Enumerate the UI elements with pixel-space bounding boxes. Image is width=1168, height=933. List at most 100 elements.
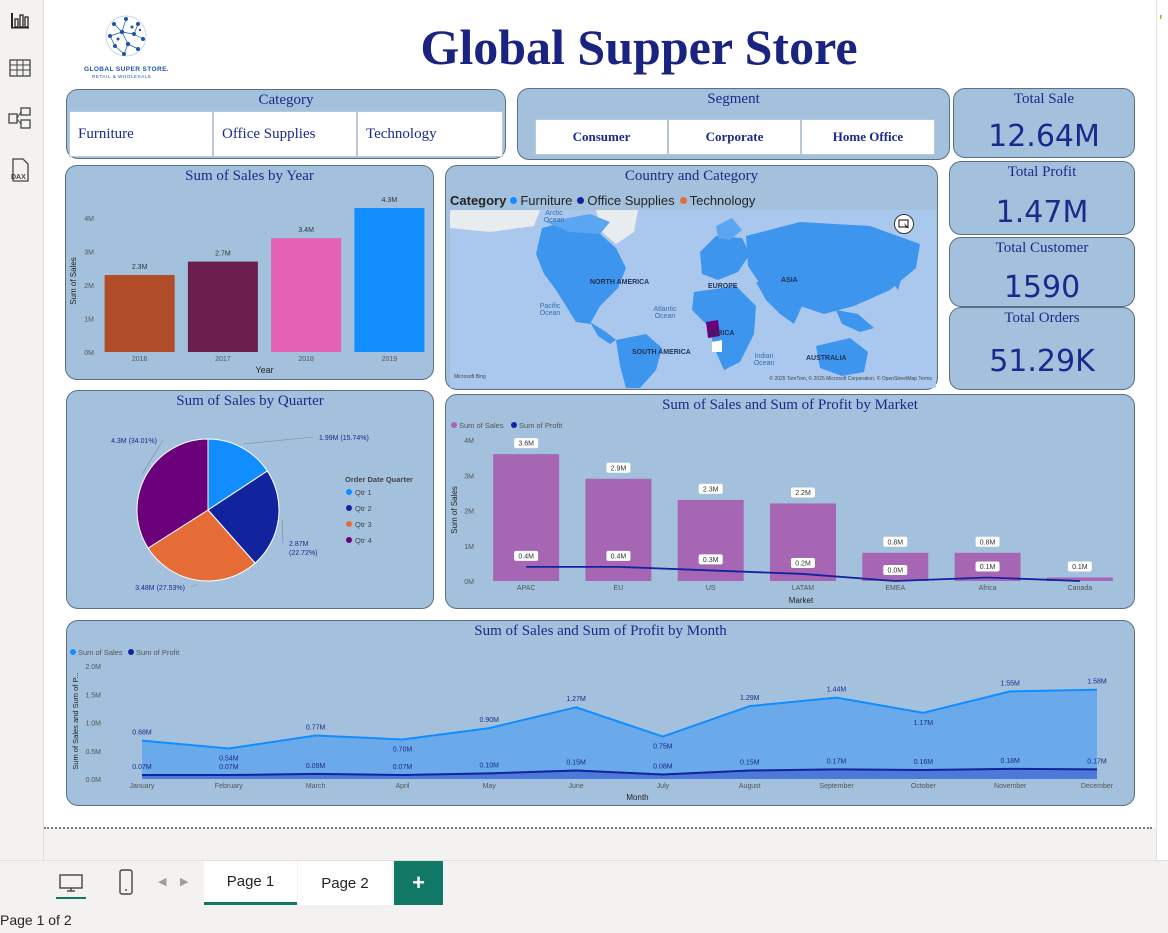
table-view-icon[interactable] bbox=[6, 54, 34, 82]
sales-profit-by-market-visual[interactable]: Sum of Sales and Sum of Profit by Market… bbox=[445, 394, 1135, 609]
y-tick-label: 0.0M bbox=[85, 777, 101, 784]
sales-data-label: 1.29M bbox=[740, 695, 760, 702]
legend-label: Sum of Sales bbox=[459, 421, 504, 430]
report-canvas: GLOBAL SUPER STORE. RETAIL & WHOLESALE G… bbox=[44, 0, 1156, 828]
legend-furniture: Furniture bbox=[520, 192, 573, 208]
y-axis-title: Sum of Sales and Sum of P... bbox=[71, 672, 80, 769]
sales-profit-by-month-visual[interactable]: Sum of Sales and Sum of Profit by Month … bbox=[66, 620, 1135, 806]
profit-data-label: 0.07M bbox=[219, 764, 239, 771]
sales-data-label: 1.55M bbox=[1000, 680, 1020, 687]
legend-technology: Technology bbox=[689, 192, 756, 208]
sales-by-quarter-visual[interactable]: Sum of Sales by Quarter 1.99M (15.74%) 2.… bbox=[66, 390, 434, 609]
profit-data-label: 0.09M bbox=[306, 763, 326, 770]
sales-area bbox=[142, 689, 1097, 779]
sales-bar-eu bbox=[585, 478, 652, 581]
legend-label: Sum of Sales bbox=[78, 648, 123, 657]
slice-label: 1.99M (15.74%) bbox=[319, 435, 369, 442]
y-tick-label: 2M bbox=[464, 509, 474, 516]
y-tick-label: 4M bbox=[464, 438, 474, 445]
total-sale-value: 12.64M bbox=[988, 119, 1100, 154]
legend-office-supplies: Office Supplies bbox=[587, 192, 675, 208]
legend-label: Qtr 1 bbox=[355, 488, 372, 497]
profit-data-label: 0.15M bbox=[566, 760, 586, 767]
label-indian-ocean: Indian Ocean bbox=[753, 353, 775, 367]
y-tick-label: 2M bbox=[84, 283, 94, 290]
legend-label: Sum of Profit bbox=[519, 421, 563, 430]
slice-label: (22.72%) bbox=[289, 550, 317, 557]
sales-data-label: 0.70M bbox=[393, 746, 413, 753]
model-view-icon[interactable] bbox=[6, 104, 34, 132]
label-asia: ASIA bbox=[781, 277, 798, 284]
x-tick-label: October bbox=[911, 783, 937, 790]
slice-label: 3.48M (27.53%) bbox=[135, 585, 185, 592]
total-profit-label: Total Profit bbox=[1007, 164, 1077, 180]
slice-label: 4.3M (34.01%) bbox=[111, 438, 157, 445]
label-north-america: NORTH AMERICA bbox=[590, 279, 650, 286]
label-australia: AUSTRALIA bbox=[806, 355, 847, 362]
slice-label: 2.87M bbox=[289, 541, 309, 548]
sales-by-year-chart: 0M 1M 2M 3M 4M 2.3M 2016 2.7M 2017 3.4M 2018 4.3M 20… bbox=[69, 197, 425, 375]
profit-data-label: 0.10M bbox=[480, 762, 500, 769]
svg-text:': ' bbox=[1159, 12, 1162, 32]
add-page-button[interactable]: + bbox=[394, 861, 443, 905]
y-tick-label: 1.5M bbox=[85, 692, 101, 699]
pie-legend-title: Order Date Quarter bbox=[345, 475, 413, 484]
view-switcher-rail: DAX bbox=[0, 0, 44, 860]
label-africa: AFRICA bbox=[708, 330, 735, 337]
sales-by-year-visual[interactable]: Sum of Sales by Year 0M 1M 2M 3M 4M 2.3M 2016 2… bbox=[65, 165, 434, 380]
tab-page-2-label: Page 2 bbox=[321, 874, 369, 892]
total-customer-label: Total Customer bbox=[995, 240, 1089, 256]
profit-data-label: 0.2M bbox=[795, 560, 811, 567]
x-tick-label: EU bbox=[614, 585, 624, 592]
segment-option-corporate[interactable]: Corporate bbox=[668, 119, 801, 155]
total-profit-card: Total Profit 1.47M bbox=[949, 161, 1135, 235]
y-tick-label: 0M bbox=[84, 350, 94, 357]
legend-label: Qtr 2 bbox=[355, 504, 372, 513]
y-axis-title: Sum of Sales bbox=[450, 486, 459, 534]
legend-dot-technology bbox=[679, 196, 687, 204]
category-option-furniture[interactable]: Furniture bbox=[69, 111, 213, 157]
dax-query-icon[interactable]: DAX bbox=[6, 156, 34, 184]
prev-page-icon[interactable]: ◀ bbox=[158, 875, 166, 888]
world-map[interactable]: Arctic Ocean NORTH AMERICA EUROPE ASIA P… bbox=[450, 210, 936, 388]
tab-page-2[interactable]: Page 2 bbox=[298, 861, 392, 905]
profit-data-label: 0.17M bbox=[1087, 758, 1107, 765]
map-select-icon[interactable] bbox=[894, 214, 914, 234]
segment-option-consumer[interactable]: Consumer bbox=[535, 119, 668, 155]
map-copyright: © 2025 TomTom, © 2025 Microsoft Corporat… bbox=[769, 376, 932, 382]
legend-label: Qtr 4 bbox=[355, 536, 372, 545]
map-title: Country and Category bbox=[624, 168, 759, 184]
desktop-layout-icon[interactable] bbox=[56, 869, 86, 899]
leader-line bbox=[243, 436, 314, 445]
x-tick-label: US bbox=[706, 585, 716, 592]
label-europe: EUROPE bbox=[708, 283, 738, 290]
data-label: 3.4M bbox=[298, 227, 314, 234]
category-option-technology[interactable]: Technology bbox=[357, 111, 503, 157]
legend-dot-office-supplies bbox=[577, 196, 585, 204]
mobile-layout-icon[interactable] bbox=[112, 867, 140, 897]
sales-data-label: 1.44M bbox=[827, 687, 847, 694]
country-category-map-visual[interactable]: Country and Category Category Furniture … bbox=[445, 165, 938, 390]
sales-data-label: 0.1M bbox=[1072, 564, 1088, 571]
leader-line bbox=[190, 583, 198, 588]
data-label: 2.7M bbox=[215, 251, 231, 258]
profit-data-label: 0.07M bbox=[393, 764, 413, 771]
total-customer-value: 1590 bbox=[1003, 270, 1081, 305]
label-atlantic-ocean: Atlantic Ocean bbox=[653, 306, 677, 320]
globe-network-icon bbox=[105, 15, 147, 57]
sales-data-label: 1.17M bbox=[914, 720, 934, 727]
tab-page-1[interactable]: Page 1 bbox=[204, 861, 297, 905]
legend-marker-sum-of-profit bbox=[511, 422, 517, 428]
profit-data-label: 0.16M bbox=[914, 759, 934, 766]
x-axis-title: Market bbox=[789, 596, 814, 605]
sales-data-label: 0.90M bbox=[480, 717, 500, 724]
next-page-icon[interactable]: ▶ bbox=[180, 875, 188, 888]
plus-icon: + bbox=[412, 870, 425, 895]
report-view-icon[interactable] bbox=[6, 6, 34, 34]
sales-data-label: 2.2M bbox=[795, 490, 811, 497]
x-axis-title: Month bbox=[626, 793, 648, 802]
x-tick-label: Canada bbox=[1068, 585, 1093, 592]
segment-option-home-office[interactable]: Home Office bbox=[801, 119, 935, 155]
category-option-office-supplies[interactable]: Office Supplies bbox=[213, 111, 357, 157]
sales-data-label: 0.54M bbox=[219, 755, 239, 762]
